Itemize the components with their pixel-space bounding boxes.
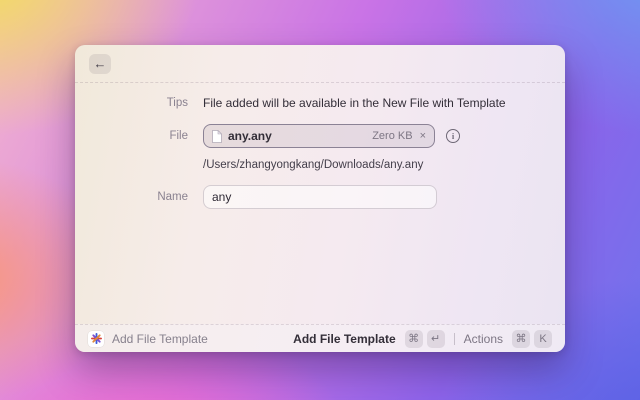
footer-divider — [454, 333, 455, 345]
actions-menu-button[interactable]: Actions ⌘ K — [464, 330, 552, 348]
k-key-icon: K — [534, 330, 552, 348]
file-path-row: /Users/zhangyongkang/Downloads/any.any — [75, 158, 565, 172]
document-icon — [211, 130, 222, 143]
file-size-badge: Zero KB — [372, 130, 412, 142]
window-footer: Add File Template Add File Template ⌘ ↵ … — [75, 324, 565, 352]
file-path: /Users/zhangyongkang/Downloads/any.any — [203, 158, 565, 172]
name-input-cell — [203, 185, 565, 209]
desktop-background: { "window": { "header": { "back_icon": "… — [0, 0, 640, 400]
remove-file-icon[interactable]: × — [419, 130, 427, 143]
name-input[interactable] — [203, 185, 437, 209]
back-arrow-icon: ← — [94, 57, 107, 70]
tips-label: Tips — [75, 95, 188, 111]
window-header: ← — [75, 45, 565, 83]
footer-command-title: Add File Template — [112, 332, 208, 346]
name-row: Name — [75, 185, 565, 209]
primary-action-button[interactable]: Add File Template ⌘ ↵ — [293, 330, 444, 348]
tips-text: File added will be available in the New … — [203, 95, 565, 111]
file-label: File — [75, 128, 188, 144]
footer-actions: Add File Template ⌘ ↵ Actions ⌘ K — [293, 330, 552, 348]
actions-label: Actions — [464, 332, 503, 346]
file-chip[interactable]: any.any Zero KB × — [203, 124, 435, 148]
extension-icon — [88, 331, 104, 347]
file-cell: any.any Zero KB × i — [203, 124, 565, 148]
primary-action-label: Add File Template — [293, 332, 395, 346]
info-letter: i — [452, 132, 454, 141]
back-button[interactable]: ← — [89, 54, 111, 74]
pinwheel-icon — [91, 333, 102, 344]
tips-row: Tips File added will be available in the… — [75, 95, 565, 111]
info-icon[interactable]: i — [446, 129, 460, 143]
file-name: any.any — [228, 129, 366, 143]
name-label: Name — [75, 189, 188, 205]
file-row: File any.any Zero KB × i — [75, 124, 565, 148]
return-key-icon: ↵ — [427, 330, 445, 348]
cmd-key-icon: ⌘ — [512, 330, 530, 348]
form-area: Tips File added will be available in the… — [75, 83, 565, 324]
raycast-window: ← Tips File added will be available in t… — [75, 45, 565, 352]
cmd-key-icon: ⌘ — [405, 330, 423, 348]
